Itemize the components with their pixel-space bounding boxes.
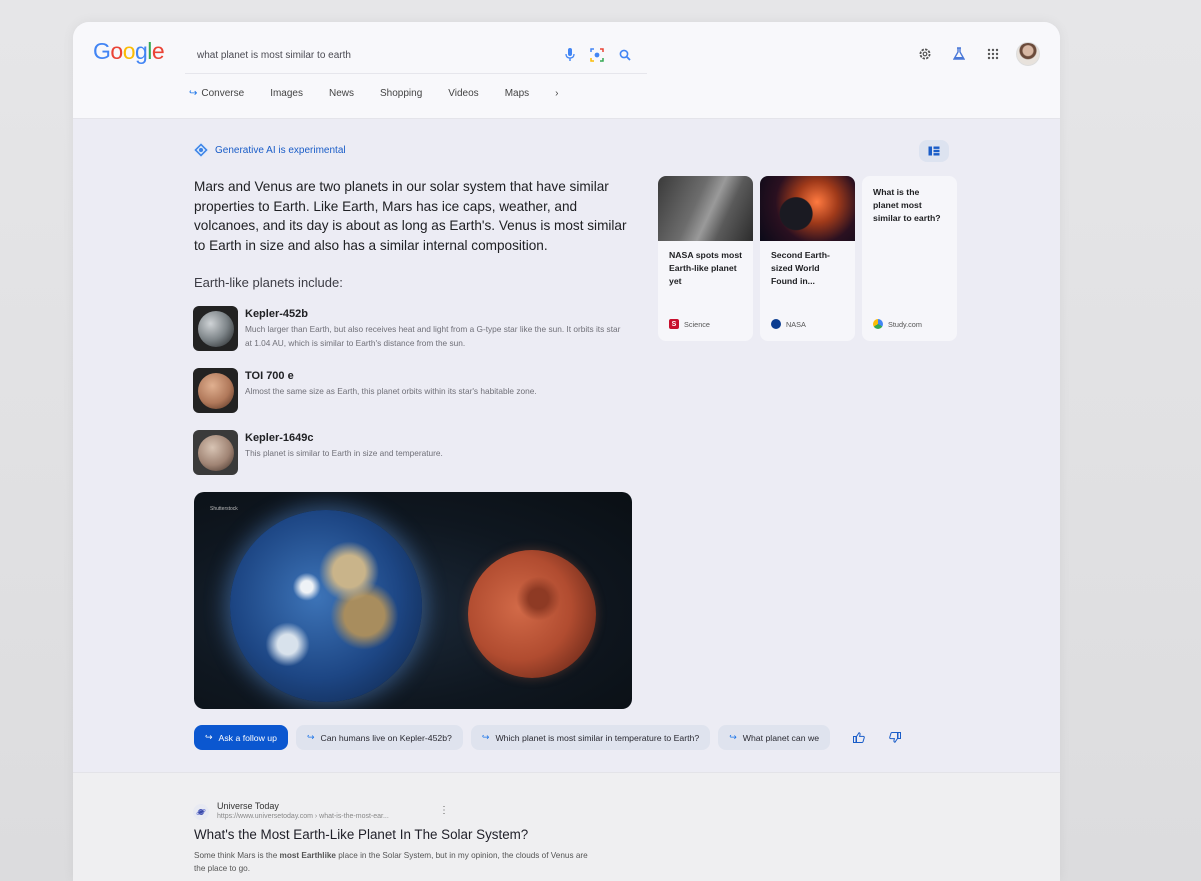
result-site-name: Universe Today [217, 801, 279, 811]
source-card[interactable]: What is the planet most similar to earth… [862, 176, 957, 341]
planet-description: Much larger than Earth, but also receive… [245, 324, 621, 348]
universe-today-favicon-icon [193, 804, 209, 820]
result-title-link[interactable]: What's the Most Earth-Like Planet In The… [194, 827, 528, 842]
microphone-icon[interactable] [561, 46, 579, 64]
followup-chip[interactable]: ↪ Which planet is most similar in tempera… [470, 725, 711, 750]
study-favicon-icon [873, 319, 883, 329]
chip-label: Ask a follow up [218, 732, 277, 743]
search-header: Google what planet is most similar to ea… [73, 22, 1060, 119]
reply-arrow-icon: ↪ [481, 732, 490, 742]
card-source-name: Study.com [888, 319, 922, 329]
labs-flask-icon[interactable] [948, 43, 970, 65]
chip-label: Can humans live on Kepler-452b? [320, 732, 452, 743]
card-image [658, 176, 753, 241]
gear-icon[interactable] [914, 43, 936, 65]
earth-mars-image[interactable]: Shutterstock [194, 492, 632, 709]
reply-arrow-icon: ↪ [189, 88, 198, 99]
planet-thumbnail [193, 368, 238, 413]
google-logo[interactable]: Google [93, 38, 165, 65]
tab-videos[interactable]: Videos [448, 88, 478, 99]
result-source[interactable]: Universe Today https://www.universetoday… [193, 801, 389, 820]
card-title: What is the planet most similar to earth… [873, 187, 941, 223]
chip-label: What planet can we [742, 732, 820, 743]
chip-label: Which planet is most similar in temperat… [495, 732, 700, 743]
list-item[interactable]: Kepler-452b Much larger than Earth, but a… [193, 306, 625, 351]
tab-maps[interactable]: Maps [505, 88, 529, 99]
chevron-right-icon[interactable]: › [555, 88, 558, 99]
earth-like-subhead: Earth-like planets include: [194, 275, 343, 290]
result-url: https://www.universetoday.com › what-is-… [217, 813, 389, 820]
logo-letter: o [122, 38, 136, 64]
logo-letter: G [93, 38, 111, 64]
earth-illustration [230, 510, 422, 702]
snippet-text: Some think Mars is the [194, 851, 280, 860]
logo-letter: e [151, 38, 165, 64]
card-source-name: NASA [786, 319, 806, 329]
more-options-icon[interactable]: ⋮ [439, 805, 449, 816]
tab-images[interactable]: Images [270, 88, 303, 99]
logo-letter: o [110, 38, 123, 64]
apps-grid-icon[interactable] [982, 43, 1004, 65]
sge-diamond-icon [193, 142, 209, 158]
planet-description: This planet is similar to Earth in size … [245, 448, 443, 458]
card-source: S Science [669, 319, 710, 329]
mars-illustration [468, 550, 596, 678]
avatar[interactable] [1016, 42, 1040, 66]
snippet-highlight: most Earthlike [279, 851, 336, 860]
card-source-name: Science [684, 319, 710, 329]
followup-chip[interactable]: ↪ What planet can we [718, 725, 831, 750]
planet-description: Almost the same size as Earth, this plan… [245, 386, 537, 396]
search-input[interactable]: what planet is most similar to earth [197, 50, 351, 61]
thumbs-down-icon[interactable] [884, 727, 906, 749]
tab-label: Converse [201, 88, 245, 99]
search-box[interactable]: what planet is most similar to earth [185, 40, 647, 74]
list-item[interactable]: TOI 700 e Almost the same size as Earth, … [193, 368, 625, 413]
card-image [760, 176, 855, 241]
reply-arrow-icon: ↪ [205, 732, 213, 742]
tab-converse[interactable]: ↪ Converse [189, 88, 244, 99]
card-title: Second Earth-sized World Found in... [771, 250, 830, 286]
followup-bar: ↪ Ask a follow up ↪ Can humans live on Kep… [194, 725, 906, 750]
ai-experimental-badge: Generative AI is experimental [193, 142, 346, 158]
planet-name: Kepler-452b [245, 308, 308, 320]
list-item[interactable]: Kepler-1649c This planet is similar to Ea… [193, 430, 625, 475]
planet-name: Kepler-1649c [245, 432, 314, 444]
tab-news[interactable]: News [329, 88, 354, 99]
card-source: Study.com [873, 319, 922, 329]
tab-shopping[interactable]: Shopping [380, 88, 422, 99]
search-results: Universe Today https://www.universetoday… [73, 772, 1060, 881]
result-snippet: Some think Mars is the most Earthlike pl… [194, 849, 594, 875]
logo-letter: g [134, 38, 148, 64]
browser-window: Google what planet is most similar to ea… [73, 22, 1060, 881]
search-icon[interactable] [616, 46, 634, 64]
card-title: NASA spots most Earth-like planet yet [669, 250, 743, 286]
card-source: NASA [771, 319, 806, 329]
followup-chip[interactable]: ↪ Can humans live on Kepler-452b? [295, 725, 463, 750]
reply-arrow-icon: ↪ [729, 732, 737, 742]
thumbs-up-icon[interactable] [848, 727, 870, 749]
reply-arrow-icon: ↪ [306, 732, 315, 742]
planet-thumbnail [193, 306, 238, 351]
planet-name: TOI 700 e [245, 370, 294, 382]
image-credit: Shutterstock [210, 506, 238, 512]
science-favicon-icon: S [669, 319, 679, 329]
lens-icon[interactable] [588, 46, 606, 64]
layout-toggle-button[interactable] [919, 140, 949, 162]
header-actions [914, 42, 1040, 66]
ai-badge-label: Generative AI is experimental [215, 144, 346, 156]
planet-thumbnail [193, 430, 238, 475]
nasa-favicon-icon [771, 319, 781, 329]
source-card[interactable]: NASA spots most Earth-like planet yet SS… [658, 176, 753, 341]
ai-summary-text: Mars and Venus are two planets in our so… [194, 179, 627, 253]
ask-follow-up-button[interactable]: ↪ Ask a follow up [194, 725, 288, 750]
source-card[interactable]: Second Earth-sized World Found in... NAS… [760, 176, 855, 341]
layout-columns-icon [928, 146, 940, 156]
search-tabs: ↪ Converse Images News Shopping Videos Ma… [189, 88, 584, 99]
source-cards: NASA spots most Earth-like planet yet SS… [658, 176, 957, 341]
